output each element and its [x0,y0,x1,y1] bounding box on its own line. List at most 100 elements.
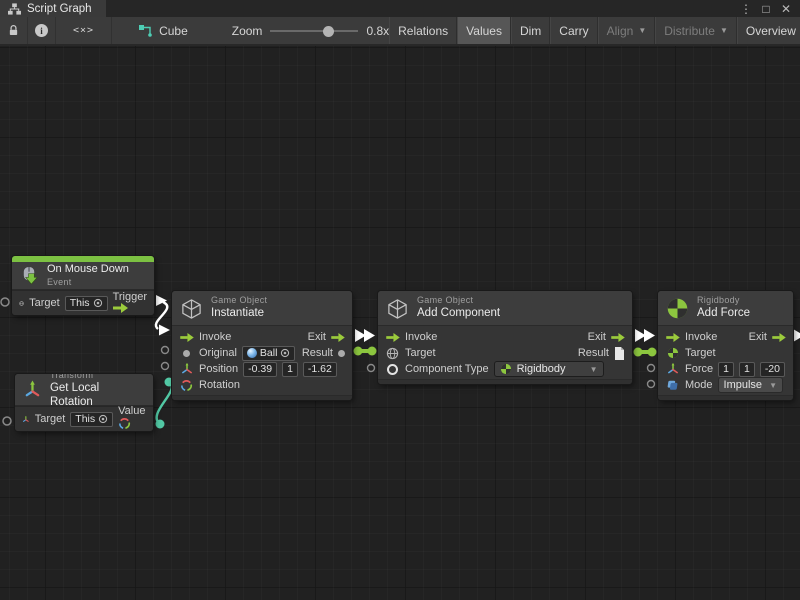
tab-script-graph[interactable]: Script Graph [0,0,106,17]
flow-out-icon[interactable] [772,333,786,342]
zoom-slider-handle[interactable] [323,26,334,37]
object-picker-icon[interactable] [280,348,290,358]
node-footer [172,395,352,400]
graph-icon [138,24,153,37]
values-button[interactable]: Values [457,17,511,44]
vector-icon [667,363,679,375]
node-on-mouse-down[interactable]: On Mouse Down Event Target This Trigger [12,256,154,315]
target-field[interactable]: This [70,412,113,427]
info-button[interactable]: i [28,17,56,44]
flow-arrowhead [635,329,646,342]
graph-reference[interactable]: Cube [138,24,188,38]
carry-button[interactable]: Carry [550,17,597,44]
position-icon [181,363,193,375]
component-type-row: Component Type Rigidbody ▼ [378,361,632,377]
port-circle[interactable] [368,365,375,372]
zoom-label: Zoom [232,24,263,38]
node-title: On Mouse Down [47,263,129,277]
object-wire-end [634,348,643,357]
relations-button[interactable]: Relations [389,17,457,44]
component-result-icon[interactable] [614,347,625,360]
align-dropdown[interactable]: Align▼ [598,17,656,44]
node-footer [378,379,632,384]
maximize-icon[interactable]: □ [758,2,774,16]
code-view-button[interactable]: <×> [56,17,112,44]
dim-button[interactable]: Dim [511,17,550,44]
force-z-field[interactable]: -20 [760,362,785,377]
force-y: 1 [744,363,750,375]
overview-button[interactable]: Overview [737,17,800,44]
value-port-icon[interactable] [183,350,190,357]
invoke-row: Invoke Exit [172,329,352,345]
force-y-field[interactable]: 1 [739,362,755,377]
rigidbody-icon [500,363,512,375]
object-wire-end [648,348,657,357]
game-object-icon [386,347,399,360]
carry-label: Carry [559,24,588,38]
values-label: Values [466,24,502,38]
tab-title: Script Graph [27,3,92,15]
port-circle[interactable] [648,381,655,388]
trigger-port-label: Trigger [113,291,147,303]
graph-canvas[interactable]: On Mouse Down Event Target This Trigger [0,46,800,600]
flow-out-icon[interactable] [113,303,128,313]
port-circle[interactable] [162,347,169,354]
node-title: Add Component [417,306,500,320]
node-footer [658,395,793,400]
window-menu-icon[interactable]: ⋮ [738,2,754,16]
rotation-row: Rotation [172,377,352,393]
object-picker-icon[interactable] [98,414,108,424]
result-label: Result [302,347,333,359]
flow-out-icon[interactable] [331,333,345,342]
port-circle[interactable] [1,298,9,306]
zoom-slider[interactable] [270,25,358,37]
code-icon: <×> [63,25,104,36]
rotation-icon[interactable] [118,417,131,430]
flow-in-icon[interactable] [180,333,194,342]
chevron-down-icon: ▼ [590,365,598,374]
flow-wire[interactable] [156,302,167,329]
lock-icon [7,24,20,37]
component-type-dropdown[interactable]: Rigidbody ▼ [494,361,604,377]
original-field[interactable]: Ball [242,346,296,361]
relations-label: Relations [398,24,448,38]
lock-button[interactable] [0,17,28,44]
object-picker-icon[interactable] [93,298,103,308]
port-circle[interactable] [162,363,169,370]
rigidbody-icon [667,347,679,359]
position-z-field[interactable]: -1.62 [303,362,337,377]
mode-dropdown[interactable]: Impulse ▼ [718,377,783,393]
target-field[interactable]: This [65,296,108,311]
flow-arrowhead [364,329,375,342]
flow-out-icon[interactable] [611,333,625,342]
position-y-field[interactable]: 1 [282,362,298,377]
chevron-down-icon: ▼ [769,381,777,390]
object-wire-end [354,347,363,356]
distribute-dropdown[interactable]: Distribute▼ [655,17,737,44]
rotation-wire[interactable] [157,383,172,424]
result-port-icon[interactable] [338,350,345,357]
value-port-label: Value [118,405,145,417]
node-instantiate[interactable]: Game Object Instantiate Invoke Exit Orig… [172,291,352,400]
target-value: This [75,413,95,425]
exit-label: Exit [588,331,606,343]
original-value: Ball [260,347,278,359]
invoke-row: Invoke Exit [658,329,793,345]
position-row: Position -0.39 1 -1.62 [172,361,352,377]
flow-in-icon[interactable] [666,333,680,342]
close-icon[interactable]: ✕ [778,2,794,16]
rotation-icon[interactable] [180,379,193,392]
port-circle[interactable] [3,417,11,425]
rotation-wire-end[interactable] [156,420,165,429]
force-x-field[interactable]: 1 [718,362,734,377]
port-circle[interactable] [648,365,655,372]
node-get-local-rotation[interactable]: Transform Get Local Rotation Target This… [15,374,153,431]
node-add-component[interactable]: Game Object Add Component Invoke Exit T [378,291,632,384]
distribute-label: Distribute [664,24,715,38]
transform-icon [22,413,30,425]
flow-in-icon[interactable] [386,333,400,342]
position-x-field[interactable]: -0.39 [243,362,277,377]
cube-icon [386,297,409,320]
type-port-icon[interactable] [387,364,398,375]
node-add-force[interactable]: Rigidbody Add Force Invoke Exit Target [658,291,793,400]
